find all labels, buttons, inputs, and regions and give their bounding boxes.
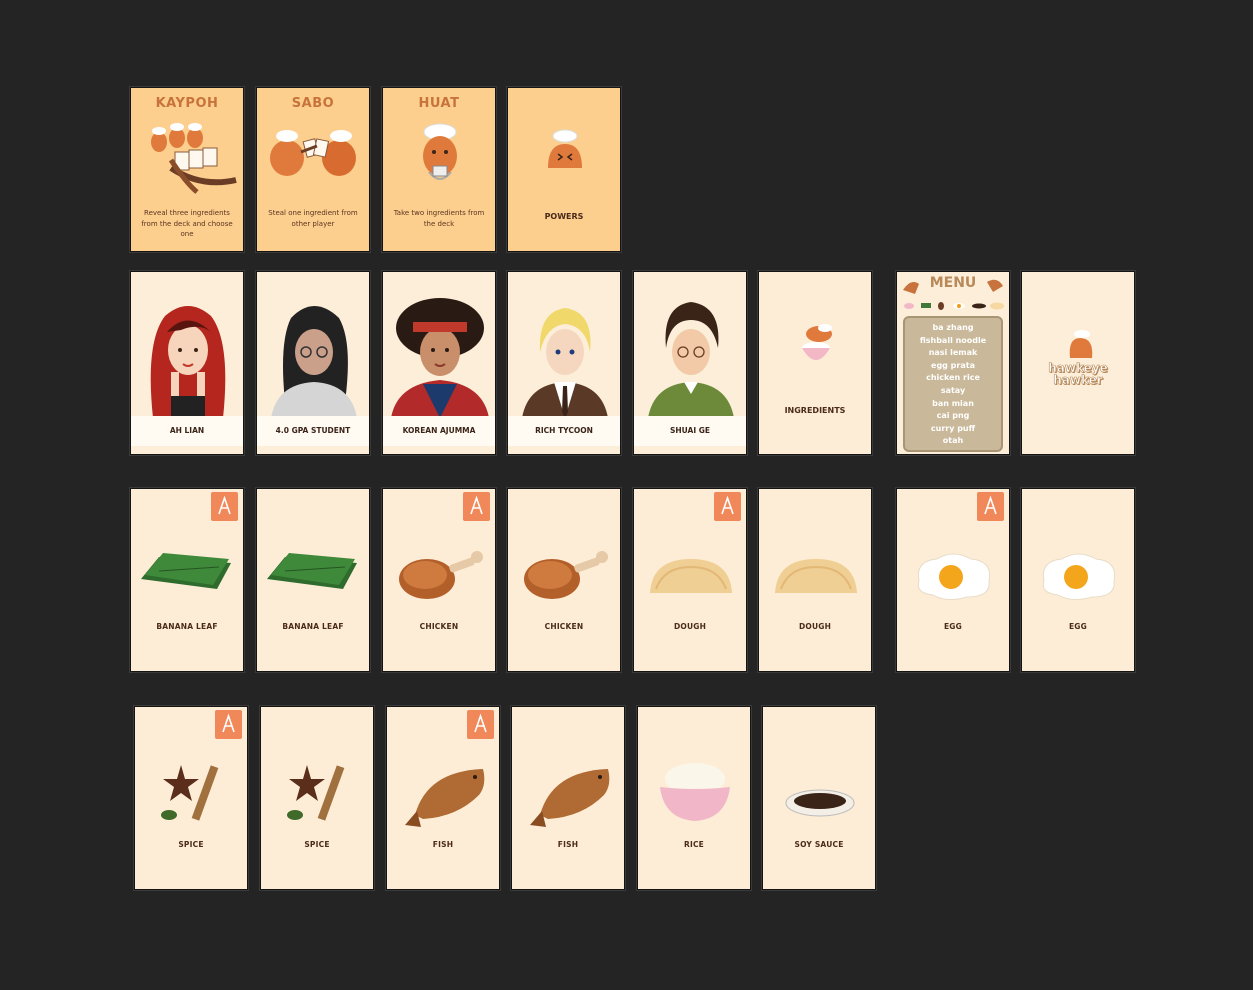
menu-card[interactable]: MENU ba zhang fishball noodle nasi lemak… — [896, 271, 1010, 455]
character-name: KOREAN AJUMMA — [383, 416, 495, 446]
ingredient-label: BANANA LEAF — [156, 622, 218, 631]
ingredient-label: CHICKEN — [544, 622, 584, 631]
power-description: Reveal three ingredients from the deck a… — [141, 209, 233, 238]
menu-item: ban mian — [932, 398, 974, 408]
power-card-back[interactable]: POWERS — [507, 87, 621, 252]
ingredient-label: SPICE — [178, 840, 204, 849]
dough-icon — [775, 559, 857, 593]
ingredient-label: RICE — [684, 840, 704, 849]
ingredient-card-dough[interactable]: DOUGH — [758, 488, 872, 672]
character-card-shuai-ge[interactable]: SHUAI GE — [633, 271, 747, 455]
chef-bird-icon — [548, 129, 582, 168]
ingredient-card-egg[interactable]: EGG — [1021, 488, 1135, 672]
character-card-rich-tycoon[interactable]: RICH TYCOON — [507, 271, 621, 455]
menu-item: ba zhang — [932, 323, 974, 332]
power-description: Take two ingredients from the deck — [393, 209, 485, 228]
ingredient-card-chicken[interactable]: CHICKEN — [507, 488, 621, 672]
ingredient-card-egg[interactable]: EGG — [896, 488, 1010, 672]
character-name: AH LIAN — [131, 416, 243, 446]
ingredient-card-spice[interactable]: SPICE — [134, 706, 248, 890]
ingredient-label: EGG — [1068, 622, 1088, 631]
ingredient-card-banana-leaf[interactable]: BANANA LEAF — [130, 488, 244, 672]
ingredient-card-soy-sauce[interactable]: SOY SAUCE — [762, 706, 876, 890]
chef-birds-icon — [151, 123, 237, 194]
ingredient-label: DOUGH — [798, 622, 832, 631]
ingredient-card-fish[interactable]: FISH — [386, 706, 500, 890]
spice-icon — [287, 765, 345, 821]
fried-egg-icon — [917, 553, 991, 601]
chicken-drumstick-icon — [524, 551, 608, 599]
fried-egg-icon — [1042, 553, 1116, 601]
ingredient-card-fish[interactable]: FISH — [511, 706, 625, 890]
dough-icon — [650, 559, 732, 593]
ingredient-card-chicken[interactable]: CHICKEN — [382, 488, 496, 672]
ingredient-label: BANANA LEAF — [282, 622, 344, 631]
menu-item: cai png — [936, 411, 970, 421]
ingredient-card-banana-leaf[interactable]: BANANA LEAF — [256, 488, 370, 672]
ingredient-label: FISH — [557, 840, 579, 849]
chef-bird-icon — [423, 123, 457, 180]
ingredient-label: SPICE — [304, 840, 330, 849]
soy-sauce-icon — [785, 789, 855, 817]
character-card-gpa-student[interactable]: 4.0 GPA STUDENT — [256, 271, 370, 455]
menu-item: curry puff — [930, 423, 976, 433]
logo-line-2: hawker — [1053, 373, 1103, 387]
ingredients-back-label: INGREDIENTS — [784, 406, 846, 415]
character-name: RICH TYCOON — [508, 416, 620, 446]
menu-food-icons — [903, 279, 1004, 310]
logo-text: hawkeye hawker — [1022, 362, 1134, 387]
menu-item: egg prata — [931, 360, 975, 370]
character-name: 4.0 GPA STUDENT — [257, 416, 369, 446]
menu-item: satay — [940, 385, 966, 395]
ajumma-portrait-icon — [391, 298, 489, 418]
fish-icon — [405, 769, 485, 827]
menu-item: otah — [942, 436, 964, 446]
shuai-ge-portrait-icon — [648, 302, 734, 418]
powers-back-label: POWERS — [544, 212, 584, 221]
chicken-drumstick-icon — [399, 551, 483, 599]
menu-list: ba zhang fishball noodle nasi lemak egg … — [903, 316, 1003, 452]
ingredient-label: EGG — [943, 622, 963, 631]
ingredient-card-rice[interactable]: RICE — [637, 706, 751, 890]
chef-birds-icon — [270, 130, 356, 176]
ingredient-card-spice[interactable]: SPICE — [260, 706, 374, 890]
power-card-huat[interactable]: HUAT Take two ingredients from the deck — [382, 87, 496, 252]
tycoon-portrait-icon — [522, 308, 608, 418]
ingredient-label: FISH — [432, 840, 454, 849]
ingredient-label: SOY SAUCE — [794, 840, 844, 849]
chef-bird-logo-icon — [1069, 330, 1093, 358]
banana-leaf-icon — [267, 553, 357, 589]
character-card-ah-lian[interactable]: AH LIAN — [130, 271, 244, 455]
rice-bowl-icon — [660, 763, 730, 821]
spice-icon — [161, 765, 219, 821]
banana-leaf-icon — [141, 553, 231, 589]
menu-item: nasi lemak — [928, 348, 978, 358]
menu-item: fishball noodle — [919, 335, 987, 345]
character-card-korean-ajumma[interactable]: KOREAN AJUMMA — [382, 271, 496, 455]
ingredient-label: CHICKEN — [419, 622, 459, 631]
power-description: Steal one ingredient from other player — [268, 209, 358, 228]
ingredient-label: DOUGH — [673, 622, 707, 631]
character-name: SHUAI GE — [634, 416, 746, 446]
ingredient-card-dough[interactable]: DOUGH — [633, 488, 747, 672]
student-portrait-icon — [271, 306, 357, 418]
power-card-sabo[interactable]: SABO Steal one ingredient from other pla… — [256, 87, 370, 252]
chef-bird-rice-icon — [802, 324, 832, 360]
ingredients-card-back[interactable]: INGREDIENTS — [758, 271, 872, 455]
menu-item: chicken rice — [926, 373, 980, 383]
power-card-kaypoh[interactable]: KAYPOH Reveal three ingredients from the… — [130, 87, 244, 252]
ah-lian-portrait-icon — [150, 306, 226, 418]
logo-card-back[interactable]: hawkeye hawker — [1021, 271, 1135, 455]
fish-icon — [530, 769, 610, 827]
